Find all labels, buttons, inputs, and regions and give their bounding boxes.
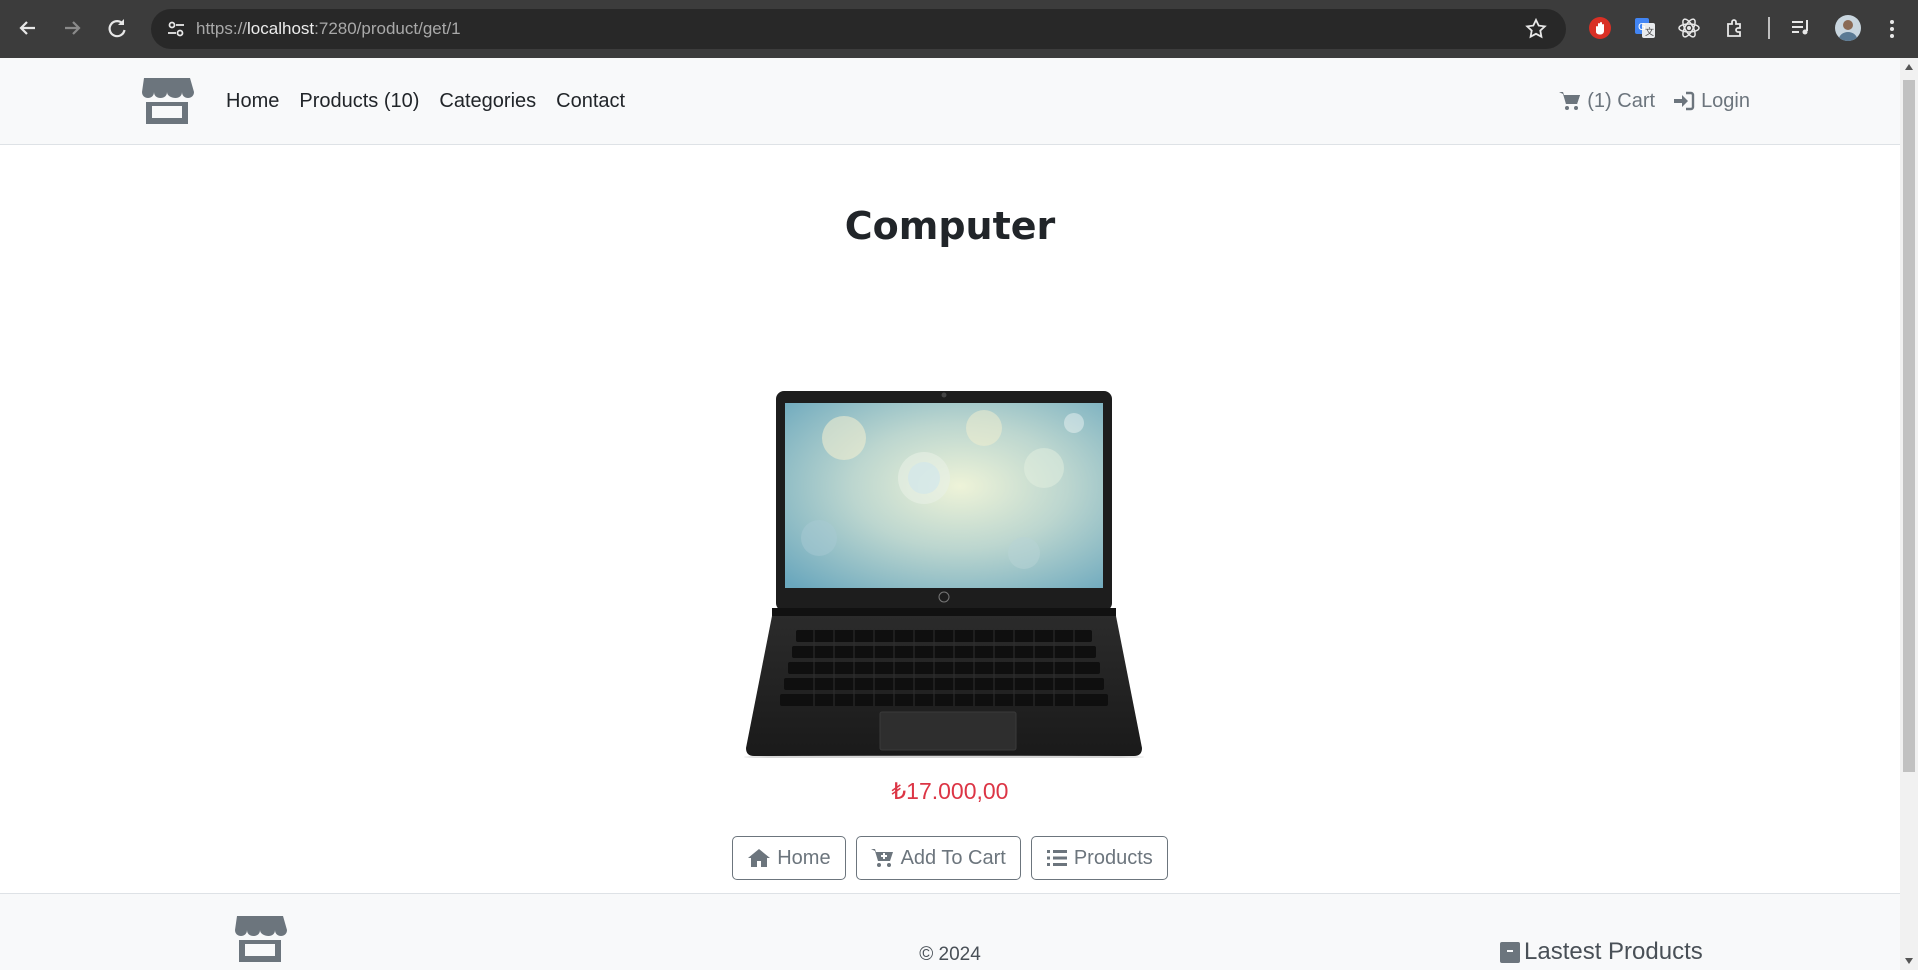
- reload-icon[interactable]: [102, 13, 132, 43]
- site-navbar: Home Products (10) Categories Contact (1…: [0, 58, 1900, 145]
- cart-link[interactable]: (1) Cart: [1559, 90, 1655, 113]
- login-label: Login: [1701, 89, 1750, 112]
- products-button[interactable]: Products: [1030, 836, 1168, 880]
- browser-toolbar: https://localhost:7280/product/get/1 G文: [0, 0, 1918, 58]
- site-footer: © 2024 Lastest Products: [0, 893, 1900, 970]
- page-scrollbar[interactable]: [1900, 58, 1918, 970]
- scroll-down-arrow[interactable]: [1905, 958, 1913, 964]
- scroll-up-arrow[interactable]: [1905, 64, 1913, 70]
- cart-label: (1) Cart: [1587, 89, 1656, 112]
- media-playlist-icon[interactable]: [1789, 16, 1813, 40]
- react-devtools-icon[interactable]: [1677, 16, 1701, 40]
- product-actions: Home Add To Cart Products: [0, 836, 1900, 880]
- user-nav: (1) Cart Login: [1541, 58, 1750, 144]
- nav-products[interactable]: Products (10): [299, 90, 419, 113]
- list-icon: [1046, 850, 1067, 866]
- address-bar[interactable]: https://localhost:7280/product/get/1: [151, 9, 1566, 49]
- profile-avatar[interactable]: [1835, 15, 1861, 41]
- nav-categories[interactable]: Categories: [439, 90, 536, 113]
- back-icon[interactable]: [13, 13, 43, 43]
- page-viewport: Home Products (10) Categories Contact (1…: [0, 58, 1900, 970]
- sign-in-icon: [1674, 91, 1695, 111]
- product-price: ₺17.000,00: [891, 778, 1009, 804]
- bookmark-star-icon[interactable]: [1524, 17, 1548, 41]
- product-title: Computer: [844, 204, 1056, 248]
- url-text[interactable]: https://localhost:7280/product/get/1: [196, 9, 461, 49]
- toolbar-divider: [1768, 17, 1770, 39]
- forward-icon[interactable]: [57, 13, 87, 43]
- latest-products-heading[interactable]: Lastest Products: [1498, 938, 1703, 966]
- extensions-puzzle-icon[interactable]: [1723, 16, 1747, 40]
- browser-menu-icon[interactable]: [1886, 14, 1898, 44]
- house-icon: [748, 849, 771, 867]
- translate-extension-icon[interactable]: G文: [1633, 16, 1657, 40]
- svg-text:文: 文: [1645, 26, 1654, 38]
- cart-plus-icon: [870, 849, 893, 867]
- box-icon: [1500, 942, 1520, 963]
- cart-icon: [1559, 92, 1581, 110]
- primary-nav: Home Products (10) Categories Contact: [226, 58, 645, 144]
- products-button-label: Products: [1073, 846, 1153, 869]
- latest-products-label: Lastest Products: [1524, 938, 1703, 965]
- laptop-image: [744, 391, 1144, 758]
- scrollbar-thumb[interactable]: [1903, 80, 1915, 772]
- nav-home[interactable]: Home: [226, 90, 279, 113]
- login-link[interactable]: Login: [1673, 90, 1750, 113]
- site-info-icon[interactable]: [165, 18, 187, 40]
- home-button[interactable]: Home: [732, 836, 846, 880]
- adblock-extension-icon[interactable]: [1588, 16, 1612, 40]
- nav-contact[interactable]: Contact: [556, 90, 625, 113]
- store-logo-icon[interactable]: [140, 74, 194, 126]
- home-button-label: Home: [777, 846, 831, 869]
- add-to-cart-label: Add To Cart: [900, 846, 1006, 869]
- add-to-cart-button[interactable]: Add To Cart: [855, 836, 1021, 880]
